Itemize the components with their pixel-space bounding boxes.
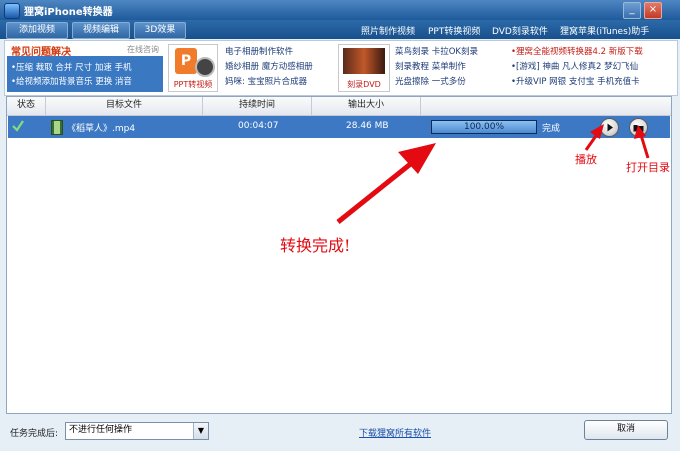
annotation-layer bbox=[336, 124, 650, 224]
after-task-select[interactable]: 不进行任何操作 ▼ bbox=[65, 422, 209, 440]
chevron-down-icon[interactable]: ▼ bbox=[193, 423, 208, 439]
after-task-value: 不进行任何操作 bbox=[69, 425, 133, 435]
status-bar: 任务完成后: 不进行任何操作 ▼ 下载狸窝所有软件 取消 bbox=[0, 416, 680, 451]
big-arrow-icon bbox=[336, 143, 436, 224]
folder-arrow-icon bbox=[634, 125, 650, 159]
done-annotation: 转换完成! bbox=[280, 236, 351, 255]
open-dir-annotation: 打开目录 bbox=[626, 161, 670, 174]
after-task-label: 任务完成后: bbox=[10, 429, 59, 439]
cancel-button[interactable]: 取消 bbox=[584, 420, 668, 440]
play-arrow-icon bbox=[584, 124, 604, 151]
download-all-link[interactable]: 下载狸窝所有软件 bbox=[359, 426, 431, 439]
app-window: 狸窝iPhone转换器 _ × 添加视频 视频编辑 3D效果 照片制作视频 PP… bbox=[0, 0, 680, 451]
play-annotation: 播放 bbox=[575, 153, 597, 166]
